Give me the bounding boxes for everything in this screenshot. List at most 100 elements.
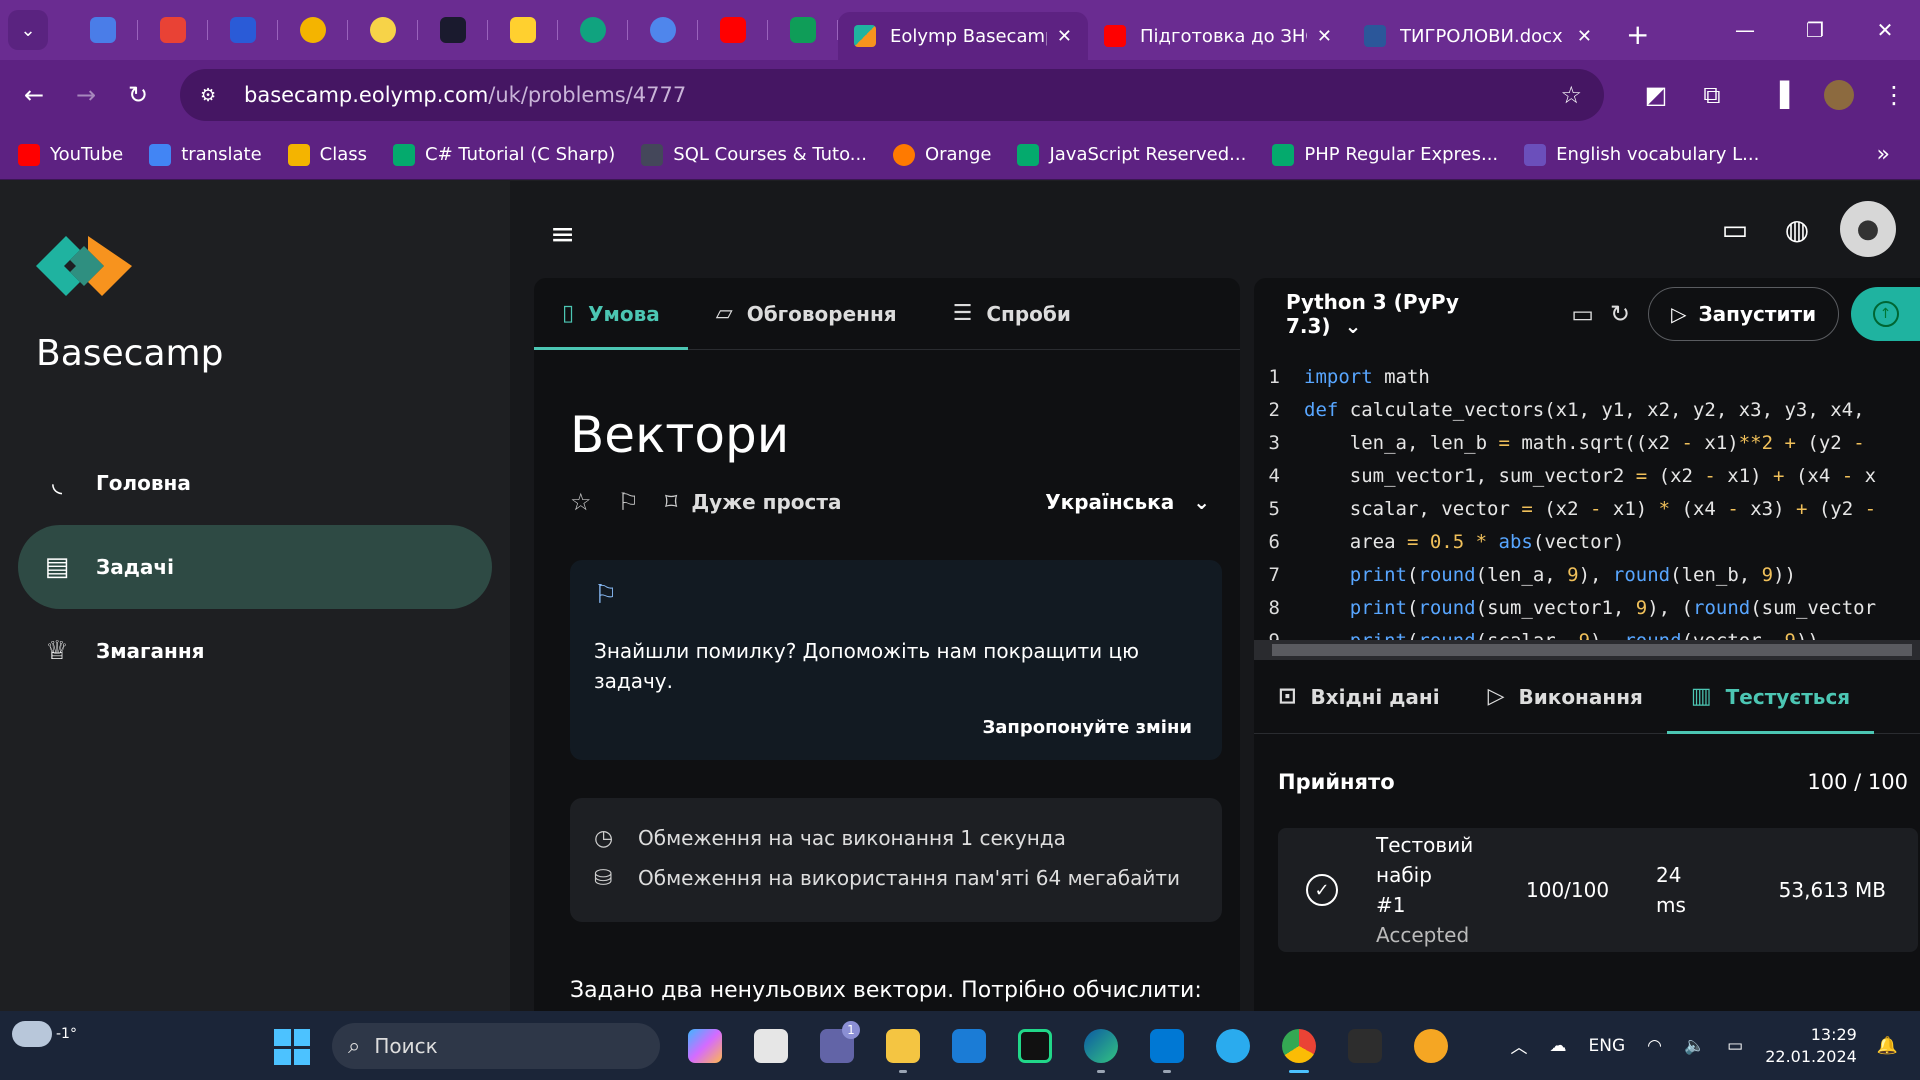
test-result-row[interactable]: ✓ Тестовий набір #1 Accepted 100/100 24 …	[1278, 828, 1918, 952]
taskbar-app-terminal[interactable]	[1332, 1021, 1398, 1071]
flag-icon[interactable]: ⚐	[618, 488, 640, 516]
side-panel-icon[interactable]: ▐	[1754, 81, 1806, 109]
bookmark-item[interactable]: English vocabulary L...	[1524, 143, 1759, 166]
restore-button[interactable]: ❐	[1780, 18, 1850, 42]
address-bar[interactable]: ⚙ basecamp.eolymp.com/uk/problems/4777 ☆	[180, 69, 1604, 121]
bookmark-item[interactable]: Orange	[892, 143, 991, 166]
taskbar-app-mail[interactable]	[936, 1021, 1002, 1071]
pinned-tab-miro[interactable]	[488, 10, 558, 50]
forward-button[interactable]: →	[60, 81, 112, 109]
onedrive-cloud-icon[interactable]: ☁	[1550, 1036, 1567, 1056]
close-window-button[interactable]: ✕	[1850, 18, 1920, 42]
input-language[interactable]: ENG	[1589, 1036, 1626, 1056]
sidebar-item-contests[interactable]: ♕ Змагання	[18, 609, 492, 693]
taskbar-app-copilot[interactable]	[672, 1021, 738, 1071]
tab-search-button[interactable]: ⌄	[8, 10, 48, 50]
user-avatar[interactable]: ●	[1840, 201, 1896, 257]
bookmark-star-icon[interactable]: ☆	[1560, 81, 1582, 109]
taskbar-app-taskview[interactable]	[738, 1021, 804, 1071]
site-info-icon[interactable]: ⚙	[200, 85, 230, 106]
tab-statement[interactable]: ▯ Умова	[534, 278, 688, 350]
scrollbar-thumb[interactable]	[1272, 644, 1912, 656]
translate-extension-icon[interactable]: ◩	[1630, 81, 1682, 109]
weather-widget[interactable]: -1°	[12, 1021, 77, 1047]
tab-input-data[interactable]: ⊡ Вхідні дані	[1254, 660, 1464, 733]
taskbar-app-edge[interactable]	[1068, 1021, 1134, 1073]
back-button[interactable]: ←	[8, 81, 60, 109]
clock[interactable]: 13:29 22.01.2024	[1765, 1024, 1857, 1068]
pinned-tab-books[interactable]	[208, 10, 278, 50]
pycharm-icon	[1018, 1029, 1052, 1063]
pinned-tab-sheets[interactable]	[768, 10, 838, 50]
tab-attempts[interactable]: ☰ Спроби	[925, 278, 1099, 349]
pinned-tab-bell[interactable]	[278, 10, 348, 50]
bookmark-item[interactable]: Class	[287, 143, 367, 166]
tab-eolymp[interactable]: Eolymp Basecamp ✕	[838, 12, 1088, 60]
language-selector[interactable]: Українська ⌄	[1045, 490, 1210, 514]
start-button[interactable]	[274, 1029, 310, 1065]
minimize-button[interactable]: —	[1710, 18, 1780, 42]
run-button[interactable]: ▷ Запустити	[1648, 287, 1840, 341]
wifi-icon[interactable]: ◠	[1647, 1036, 1662, 1056]
tab-execution[interactable]: ▷ Виконання	[1464, 660, 1667, 733]
star-icon[interactable]: ☆	[570, 488, 592, 516]
close-icon[interactable]: ✕	[1577, 26, 1592, 47]
taskbar-app-telegram[interactable]	[1200, 1021, 1266, 1071]
pinned-tab-gmail[interactable]	[138, 10, 208, 50]
pinned-tab-chatgpt[interactable]	[558, 10, 628, 50]
reload-button[interactable]: ↻	[112, 81, 164, 109]
reset-icon[interactable]: ↻	[1610, 300, 1630, 328]
problem-title: Вектори	[570, 406, 790, 464]
sidebar-item-home[interactable]: ◟ Головна	[18, 441, 492, 525]
submit-button[interactable]: ↑	[1851, 287, 1920, 341]
tab-discussion[interactable]: ▱ Обговорення	[688, 278, 925, 349]
bookmark-item[interactable]: translate	[149, 143, 262, 166]
difficulty-label: Дуже проста	[691, 490, 842, 514]
window-layout-icon[interactable]: ▭	[1704, 213, 1766, 246]
browser-menu-icon[interactable]: ⋮	[1868, 81, 1920, 109]
taskbar-app-chrome[interactable]	[1266, 1021, 1332, 1073]
bookmark-item[interactable]: C# Tutorial (C Sharp)	[393, 143, 615, 166]
taskbar-app-vpn[interactable]	[1398, 1021, 1464, 1071]
basecamp-logo[interactable]	[36, 231, 132, 301]
pinned-tab-bulb[interactable]	[348, 10, 418, 50]
battery-icon[interactable]: ▭	[1727, 1036, 1743, 1056]
language-dropdown[interactable]: Python 3 (PyPy 7.3) ⌄	[1286, 290, 1537, 338]
globe-icon[interactable]: ◍	[1766, 213, 1828, 246]
more-bookmarks-icon[interactable]: »	[1877, 142, 1890, 167]
tab-zno[interactable]: Підготовка до ЗНО ✕	[1088, 12, 1348, 60]
bookmark-item[interactable]: JavaScript Reserved...	[1017, 143, 1246, 166]
chevron-up-icon[interactable]: ︿	[1511, 1033, 1528, 1058]
taskbar-app-vscode[interactable]	[1134, 1021, 1200, 1073]
close-icon[interactable]: ✕	[1317, 26, 1332, 47]
pinned-tab-idea[interactable]	[628, 10, 698, 50]
code-editor[interactable]: 1 import math 2 def calculate_vectors(x1, …	[1254, 360, 1920, 652]
taskbar-search[interactable]: ⌕ Поиск	[332, 1023, 660, 1069]
tab-testing[interactable]: ▥ Тестується	[1666, 660, 1875, 734]
notification-bell-icon[interactable]: 🔔	[1877, 1036, 1898, 1056]
tag-icon[interactable]: ⌑	[665, 488, 677, 516]
close-icon[interactable]: ✕	[1057, 26, 1072, 47]
bookmark-item[interactable]: SQL Courses & Tuto...	[641, 143, 867, 166]
volume-icon[interactable]: 🔈	[1684, 1036, 1705, 1056]
taskbar-app-pycharm[interactable]	[1002, 1021, 1068, 1071]
pinned-tab-youtube[interactable]	[698, 10, 768, 50]
code-line: 3 len_a, len_b = math.sqrt((x2 - x1)**2 …	[1268, 431, 1865, 454]
sidebar-item-problems[interactable]: ▤ Задачі	[18, 525, 492, 609]
taskbar-app-teams[interactable]: 1	[804, 1021, 870, 1071]
tab-label: Виконання	[1518, 684, 1643, 709]
extensions-puzzle-icon[interactable]: ⧉	[1686, 81, 1738, 109]
menu-hamburger-icon[interactable]: ≡	[550, 217, 575, 252]
profile-avatar[interactable]	[1824, 80, 1854, 110]
bookmark-item[interactable]: YouTube	[18, 143, 123, 166]
suggest-changes-link[interactable]: Запропонуйте зміни	[982, 717, 1192, 738]
sidebar-item-label: Головна	[96, 471, 191, 495]
folder-icon[interactable]: ▭	[1571, 300, 1594, 328]
new-tab-button[interactable]: +	[1626, 18, 1649, 51]
bookmark-item[interactable]: PHP Regular Expres...	[1272, 143, 1498, 166]
taskbar-app-explorer[interactable]	[870, 1021, 936, 1073]
editor-horizontal-scrollbar[interactable]	[1254, 640, 1920, 660]
tab-docx[interactable]: ТИГРОЛОВИ.docx ✕	[1348, 12, 1608, 60]
pinned-tab-terminal[interactable]	[418, 10, 488, 50]
pinned-tab-contacts[interactable]	[68, 10, 138, 50]
